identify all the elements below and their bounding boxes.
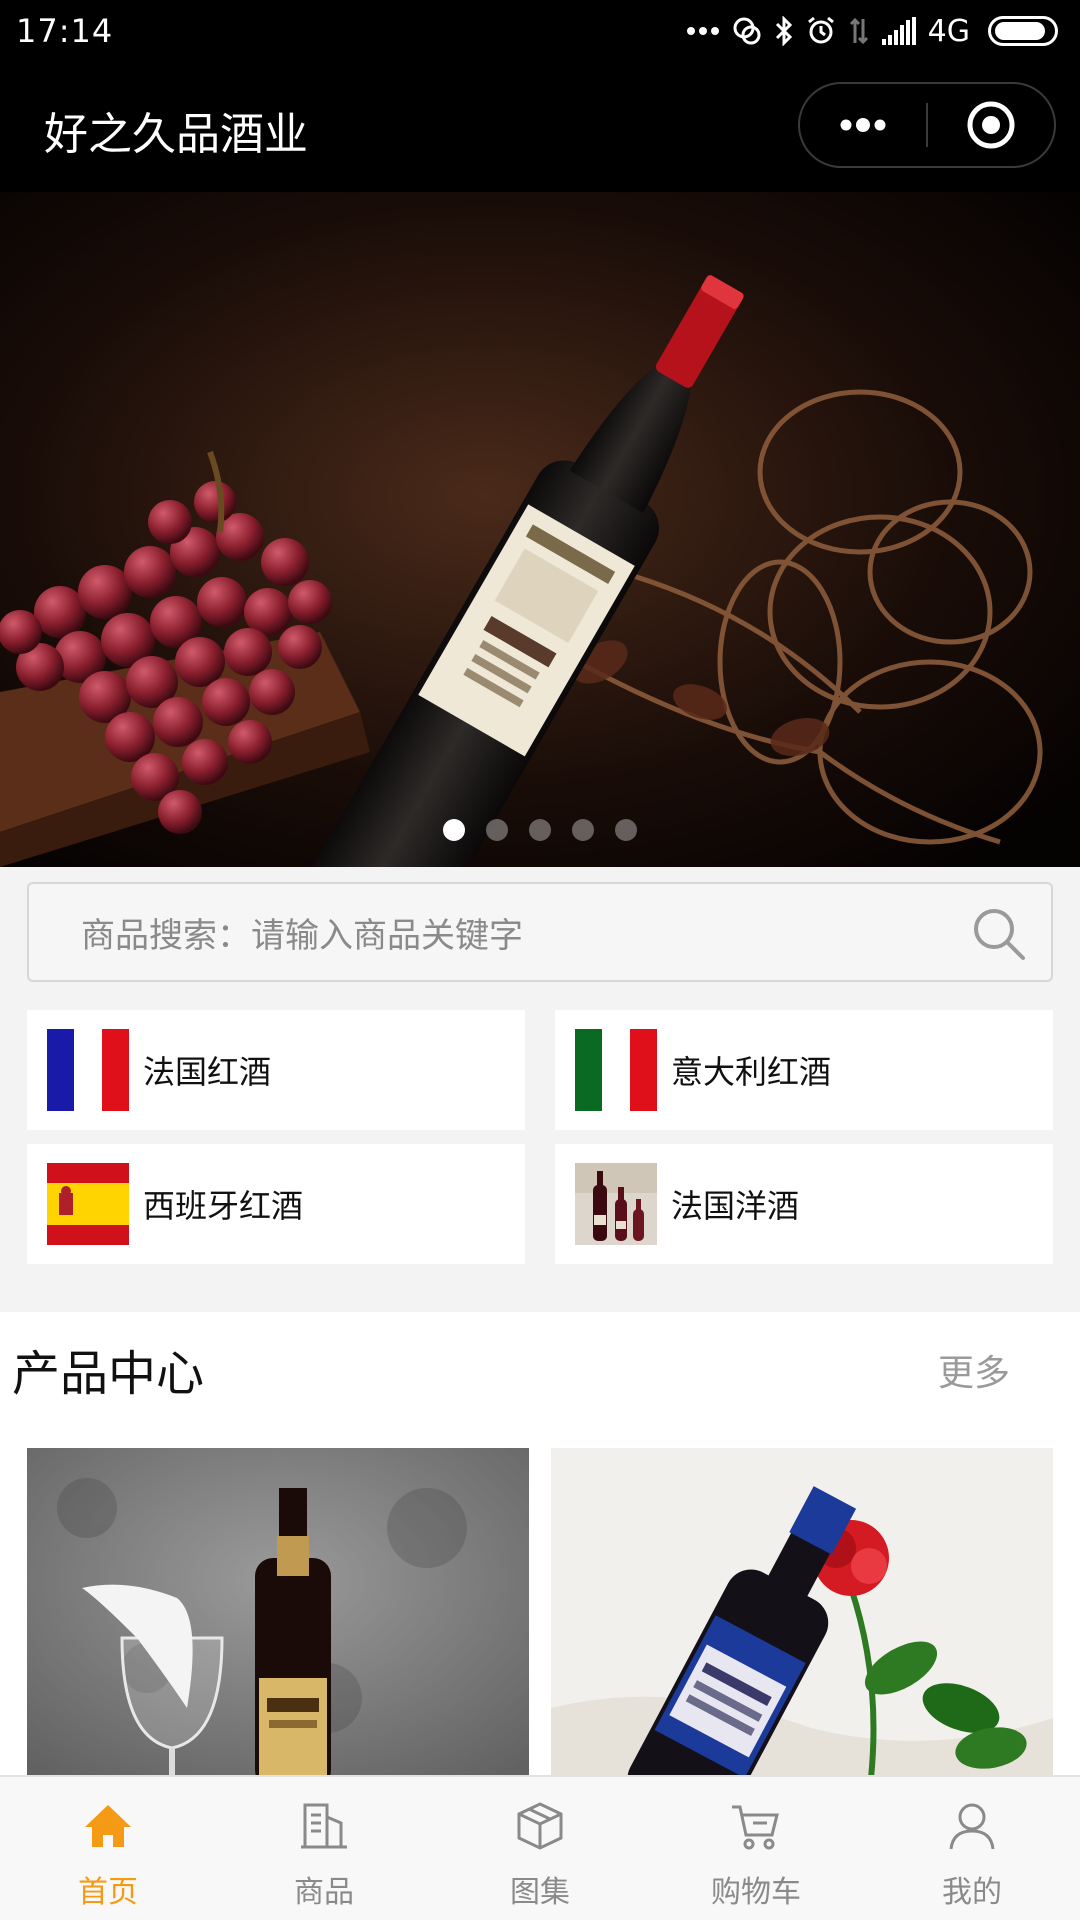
product-image [27,1448,529,1778]
search-input[interactable]: 商品搜索：请输入商品关键字 [27,882,1053,982]
category-italy[interactable]: 意大利红酒 [555,1010,1053,1130]
category-france[interactable]: 法国红酒 [27,1010,525,1130]
category-label: 意大利红酒 [671,1053,832,1091]
battery-icon [988,16,1058,46]
status-bar: 17:14 4G [0,0,1080,62]
target-circle-icon [967,101,1015,149]
category-label: 法国洋酒 [671,1187,800,1225]
more-dots-icon [686,14,720,48]
user-icon [945,1799,999,1853]
tab-cart[interactable]: 购物车 [648,1777,864,1920]
network-type: 4G [927,13,970,49]
category-label: 西班牙红酒 [143,1187,304,1225]
app-screen: 17:14 4G 好之久品酒业 商品搜索：请输入商品关键字 法国红酒 意大利红酒… [0,0,1080,1920]
search-placeholder: 商品搜索：请输入商品关键字 [81,915,523,956]
tab-products[interactable]: 商品 [216,1777,432,1920]
status-icons: 4G [686,14,1058,49]
close-program-button[interactable] [928,84,1054,166]
product-section-header: 产品中心 更多 [0,1312,1080,1422]
carousel-dot[interactable] [529,819,551,841]
sync-icon [732,14,762,48]
tab-mine[interactable]: 我的 [864,1777,1080,1920]
bluetooth-icon [774,14,794,48]
spain-flag-icon [47,1163,129,1245]
product-card[interactable] [27,1448,529,1778]
carousel-dot[interactable] [572,819,594,841]
banner-image [0,192,1080,867]
tab-label: 购物车 [711,1875,801,1910]
tab-label: 商品 [294,1875,354,1910]
category-label: 法国红酒 [143,1053,272,1091]
product-image [551,1448,1053,1778]
carousel-dot[interactable] [443,819,465,841]
nav-bar: 好之久品酒业 [0,62,1080,192]
tab-bar: 首页 商品 图集 购物车 我的 [0,1775,1080,1920]
category-spain[interactable]: 西班牙红酒 [27,1144,525,1264]
france-flag-icon [47,1029,129,1111]
carousel-dot[interactable] [615,819,637,841]
tab-label: 图集 [510,1875,570,1910]
search-icon[interactable] [971,906,1027,966]
carousel-indicators [0,819,1080,841]
home-icon [81,1799,135,1853]
more-menu-button[interactable] [800,84,926,166]
category-grid: 法国红酒 意大利红酒 西班牙红酒 法国洋酒 [27,1010,1053,1264]
battery-level [995,22,1045,40]
more-link[interactable]: 更多 [938,1344,1010,1396]
signal-icon [881,14,916,48]
mini-program-capsule [798,82,1056,168]
tab-label: 我的 [942,1875,1002,1910]
tab-gallery[interactable]: 图集 [432,1777,648,1920]
banner-carousel[interactable] [0,192,1080,867]
box-icon [513,1799,567,1853]
tab-home[interactable]: 首页 [0,1777,216,1920]
data-transfer-icon [848,14,870,48]
building-icon [297,1799,351,1853]
status-time: 17:14 [16,12,114,50]
cart-icon [729,1799,783,1853]
tab-label: 首页 [78,1875,138,1910]
section-title: 产品中心 [12,1346,205,1402]
product-card[interactable] [551,1448,1053,1778]
product-list [0,1422,1080,1782]
alarm-icon [806,14,836,48]
page-title: 好之久品酒业 [44,109,308,160]
more-dots-icon [840,118,886,132]
carousel-dot[interactable] [486,819,508,841]
wine-bottles-icon [575,1163,657,1245]
category-french-liquor[interactable]: 法国洋酒 [555,1144,1053,1264]
italy-flag-icon [575,1029,657,1111]
